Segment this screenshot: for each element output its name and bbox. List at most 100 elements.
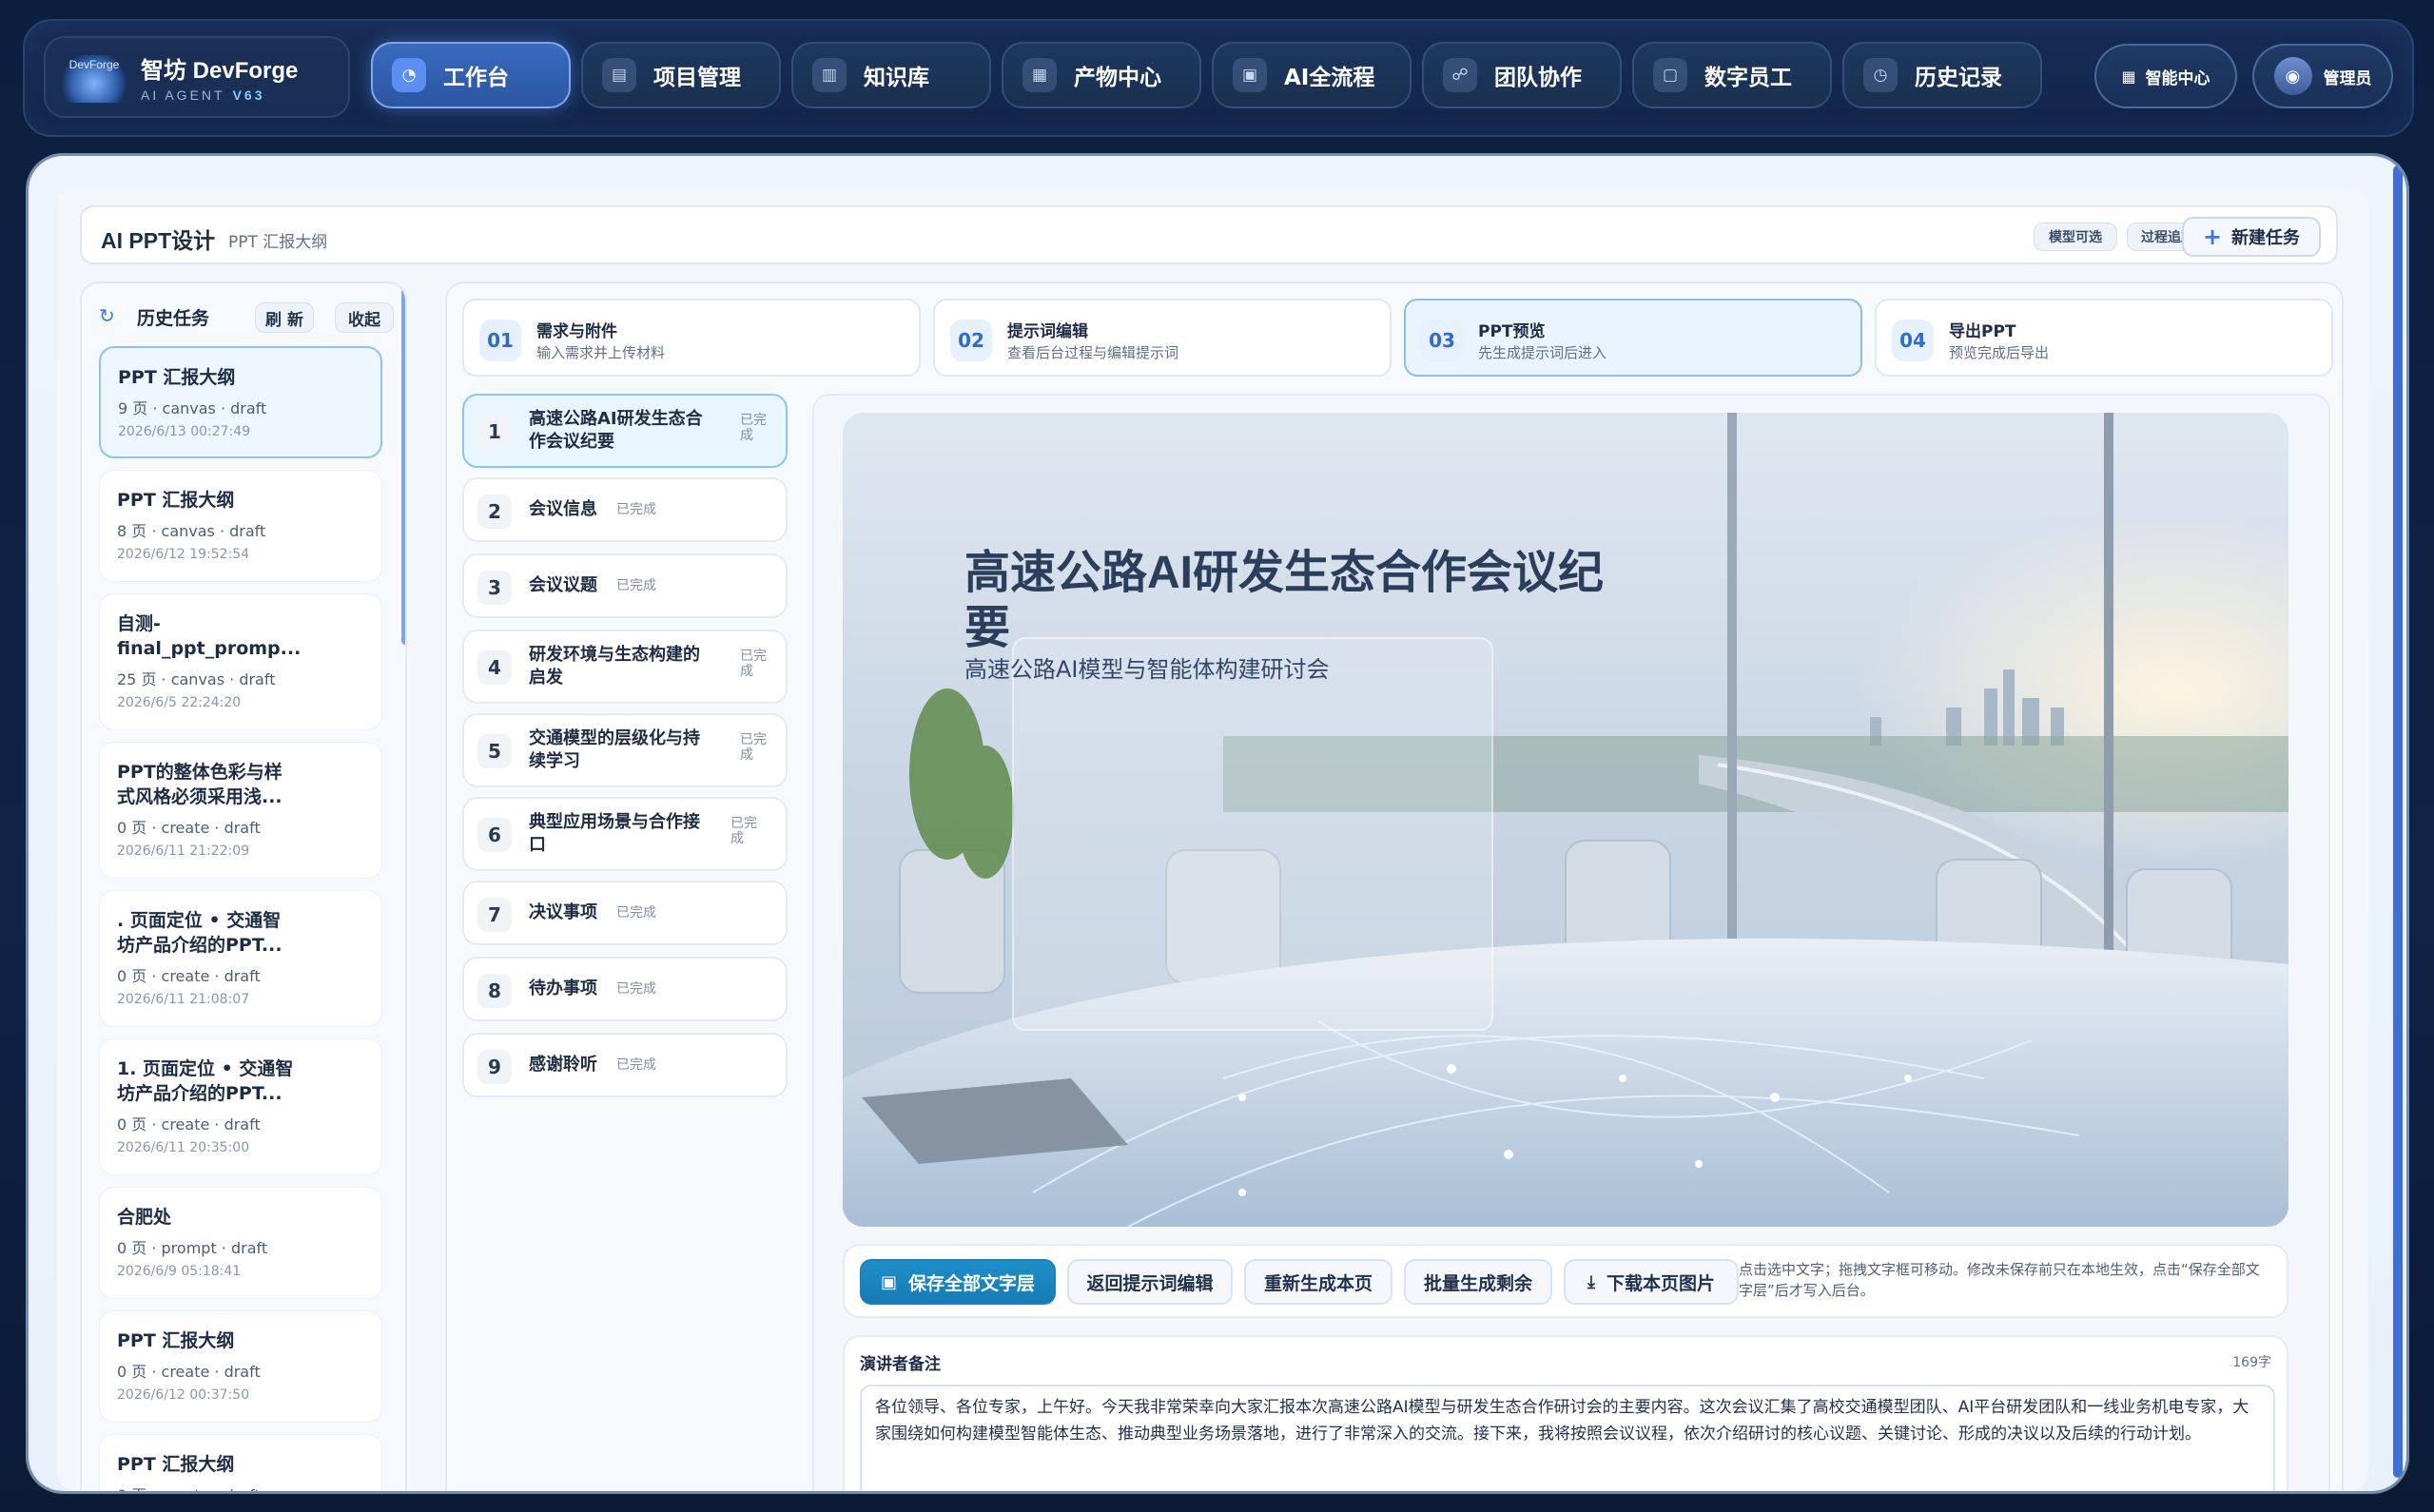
history-item-meta: 0 页 · create · draft [117, 819, 261, 837]
slide-subheading-text[interactable]: 高速公路AI模型与智能体构建研讨会 [964, 650, 1330, 684]
toolbar-hint: 点击选中文字；拖拽文字框可移动。修改未保存前只在本地生效，点击“保存全部文字层”… [1739, 1261, 2260, 1299]
brand-title: 智坊 DevForge [141, 58, 299, 84]
history-item-title: PPT 汇报大纲 [117, 1454, 235, 1475]
history-item-title: . 页面定位 • 交通智 坊产品介绍的PPT... [117, 910, 282, 956]
history-item[interactable]: . 页面定位 • 交通智 坊产品介绍的PPT... 0 页 · create ·… [99, 890, 382, 1027]
collapse-button[interactable]: 收起 [335, 302, 394, 333]
slide-number: 3 [477, 571, 512, 605]
nav-artifact-center[interactable]: ▦ 产物中心 [1002, 42, 1201, 108]
slide-status: 已完 成 [740, 649, 767, 679]
history-sidebar: ↻ 历史任务 刷 新 收起 PPT 汇报大纲 9 页 · canvas · dr… [80, 281, 407, 1491]
slide-number: 1 [477, 415, 512, 449]
top-navigation-bar: DevForge 智坊 DevForge AI AGENT V63 ◔ 工作台 ▤… [23, 19, 2414, 137]
save-all-label: 保存全部文字层 [908, 1272, 1036, 1294]
nav-digital-employee[interactable]: ▢ 数字员工 [1632, 42, 1832, 108]
slide-number: 5 [477, 734, 512, 768]
slide-list-item[interactable]: 3 会议议题 已完成 [462, 553, 788, 618]
history-title: 历史任务 [137, 308, 210, 329]
history-item-title: 自测- final_ppt_promp... [117, 613, 302, 659]
slide-status: 已完 成 [740, 732, 767, 763]
nav-workbench[interactable]: ◔ 工作台 [371, 42, 571, 108]
history-item-title: 合肥处 [117, 1207, 172, 1228]
robot-icon: ▢ [1653, 58, 1687, 92]
nav-label: 工作台 [443, 66, 509, 90]
nav-label: 项目管理 [653, 66, 741, 90]
step-prompt-edit[interactable]: 02 提示词编辑 查看后台过程与编辑提示词 [933, 299, 1392, 377]
nav-label: 知识库 [864, 66, 929, 90]
history-item[interactable]: PPT 汇报大纲 8 页 · canvas · draft 2026/6/12 … [99, 470, 382, 582]
step-title: 导出PPT [1949, 322, 2016, 341]
slide-title: 会议议题 [529, 575, 597, 595]
step-title: 提示词编辑 [1007, 322, 1088, 341]
nav-team-collaboration[interactable]: ☍ 团队协作 [1422, 42, 1622, 108]
slide-title: 待办事项 [529, 979, 597, 998]
slide-list-item[interactable]: 1 高速公路AI研发生态合 作会议纪要 已完 成 [462, 394, 788, 468]
slide-list-item[interactable]: 5 交通模型的层级化与持 续学习 已完 成 [462, 713, 788, 787]
batch-generate-button[interactable]: 批量生成剩余 [1404, 1259, 1552, 1305]
brand[interactable]: DevForge 智坊 DevForge AI AGENT V63 [44, 36, 350, 118]
step-title: PPT预览 [1478, 322, 1546, 341]
history-scrollbar[interactable] [401, 283, 405, 645]
slide-list-item[interactable]: 9 感谢聆听 已完成 [462, 1033, 788, 1097]
page-title: AI PPT设计 [101, 228, 216, 253]
slide-list-item[interactable]: 6 典型应用场景与合作接 口 已完 成 [462, 797, 788, 871]
team-icon: ☍ [1443, 58, 1477, 92]
slide-status: 已完成 [616, 905, 656, 921]
nav-knowledge-base[interactable]: ▥ 知识库 [791, 42, 991, 108]
step-requirements[interactable]: 01 需求与附件 输入需求并上传材料 [462, 299, 921, 377]
refresh-button[interactable]: 刷 新 [255, 302, 314, 333]
slide-list-item[interactable]: 2 会议信息 已完成 [462, 477, 788, 542]
slide-status: 已完成 [616, 502, 656, 517]
history-item[interactable]: 合肥处 0 页 · prompt · draft 2026/6/9 05:18:… [99, 1187, 382, 1299]
history-item-title: PPT 汇报大纲 [117, 490, 235, 511]
history-item-title: 1. 页面定位 • 交通智 坊产品介绍的PPT... [117, 1058, 294, 1104]
download-page-image-button[interactable]: ⤓ 下载本页图片 [1564, 1259, 1739, 1305]
slide-list-item[interactable]: 4 研发环境与生态构建的 启发 已完 成 [462, 630, 788, 704]
grid-icon: ▦ [2121, 67, 2136, 86]
speaker-notes-panel: 演讲者备注 169字 各位领导、各位专家，上午好。今天我非常荣幸向大家汇报本次高… [843, 1335, 2288, 1491]
nav-project-management[interactable]: ▤ 项目管理 [581, 42, 781, 108]
nav-label: 数字员工 [1704, 66, 1792, 90]
back-to-prompt-button[interactable]: 返回提示词编辑 [1067, 1259, 1233, 1305]
slide-number: 6 [477, 818, 512, 852]
history-item[interactable]: PPT 汇报大纲 0 页 · create · draft [99, 1434, 382, 1491]
history-item-date: 2026/6/9 05:18:41 [117, 1264, 242, 1279]
regenerate-page-button[interactable]: 重新生成本页 [1244, 1259, 1392, 1305]
slide-status: 已完 成 [730, 816, 757, 846]
history-item[interactable]: 1. 页面定位 • 交通智 坊产品介绍的PPT... 0 页 · create … [99, 1038, 382, 1175]
history-item[interactable]: PPT 汇报大纲 9 页 · canvas · draft 2026/6/13 … [99, 346, 382, 458]
history-item-date: 2026/6/12 19:52:54 [117, 547, 250, 562]
step-export-ppt[interactable]: 04 导出PPT 预览完成后导出 [1875, 299, 2333, 377]
step-subtitle: 先生成提示词后进入 [1478, 344, 1607, 361]
slide-number: 8 [477, 974, 512, 1008]
step-ppt-preview[interactable]: 03 PPT预览 先生成提示词后进入 [1404, 299, 1862, 377]
brand-version: V63 [232, 87, 265, 103]
new-task-button[interactable]: + 新建任务 [2182, 217, 2321, 257]
history-item-meta: 9 页 · canvas · draft [118, 399, 267, 417]
history-item[interactable]: PPT 汇报大纲 0 页 · create · draft 2026/6/12 … [99, 1310, 382, 1423]
history-item[interactable]: 自测- final_ppt_promp... 25 页 · canvas · d… [99, 593, 382, 730]
clock-icon: ◷ [1863, 58, 1898, 92]
model-selectable-tag[interactable]: 模型可选 [2034, 223, 2117, 251]
nav-ai-pipeline[interactable]: ▣ AI全流程 [1212, 42, 1412, 108]
slide-title: 决议事项 [529, 902, 597, 922]
admin-menu-button[interactable]: ◉ 管理员 [2252, 44, 2393, 108]
page-scrollbar[interactable] [2393, 165, 2403, 1478]
main-frame: AI PPT设计 PPT 汇报大纲 模型可选 过程追踪 + 新建任务 ↻ 历史任… [29, 156, 2406, 1491]
slide-list-item[interactable]: 8 待办事项 已完成 [462, 957, 788, 1021]
brand-logo: DevForge [61, 55, 127, 103]
step-subtitle: 预览完成后导出 [1949, 344, 2050, 361]
slide-canvas[interactable]: 高速公路AI研发生态合作会议纪 要 高速公路AI模型与智能体构建研讨会 [843, 413, 2288, 1227]
slide-heading-text[interactable]: 高速公路AI研发生态合作会议纪 要 [964, 546, 1668, 656]
history-item[interactable]: PPT的整体色彩与样 式风格必须采用浅... 0 页 · create · dr… [99, 742, 382, 879]
history-item-date: 2026/6/11 21:22:09 [117, 843, 250, 859]
nav-history[interactable]: ◷ 历史记录 [1842, 42, 2042, 108]
save-all-text-layers-button[interactable]: ▣ 保存全部文字层 [860, 1259, 1056, 1305]
nav-label: AI全流程 [1284, 66, 1375, 90]
slide-list-item[interactable]: 7 决议事项 已完成 [462, 881, 788, 945]
slide-title: 典型应用场景与合作接 口 [529, 812, 700, 855]
speaker-notes-textarea[interactable]: 各位领导、各位专家，上午好。今天我非常荣幸向大家汇报本次高速公路AI模型与研发生… [860, 1385, 2275, 1491]
history-item-meta: 8 页 · canvas · draft [117, 522, 266, 540]
admin-label: 管理员 [2323, 68, 2372, 88]
smart-center-button[interactable]: ▦ 智能中心 [2094, 44, 2237, 108]
